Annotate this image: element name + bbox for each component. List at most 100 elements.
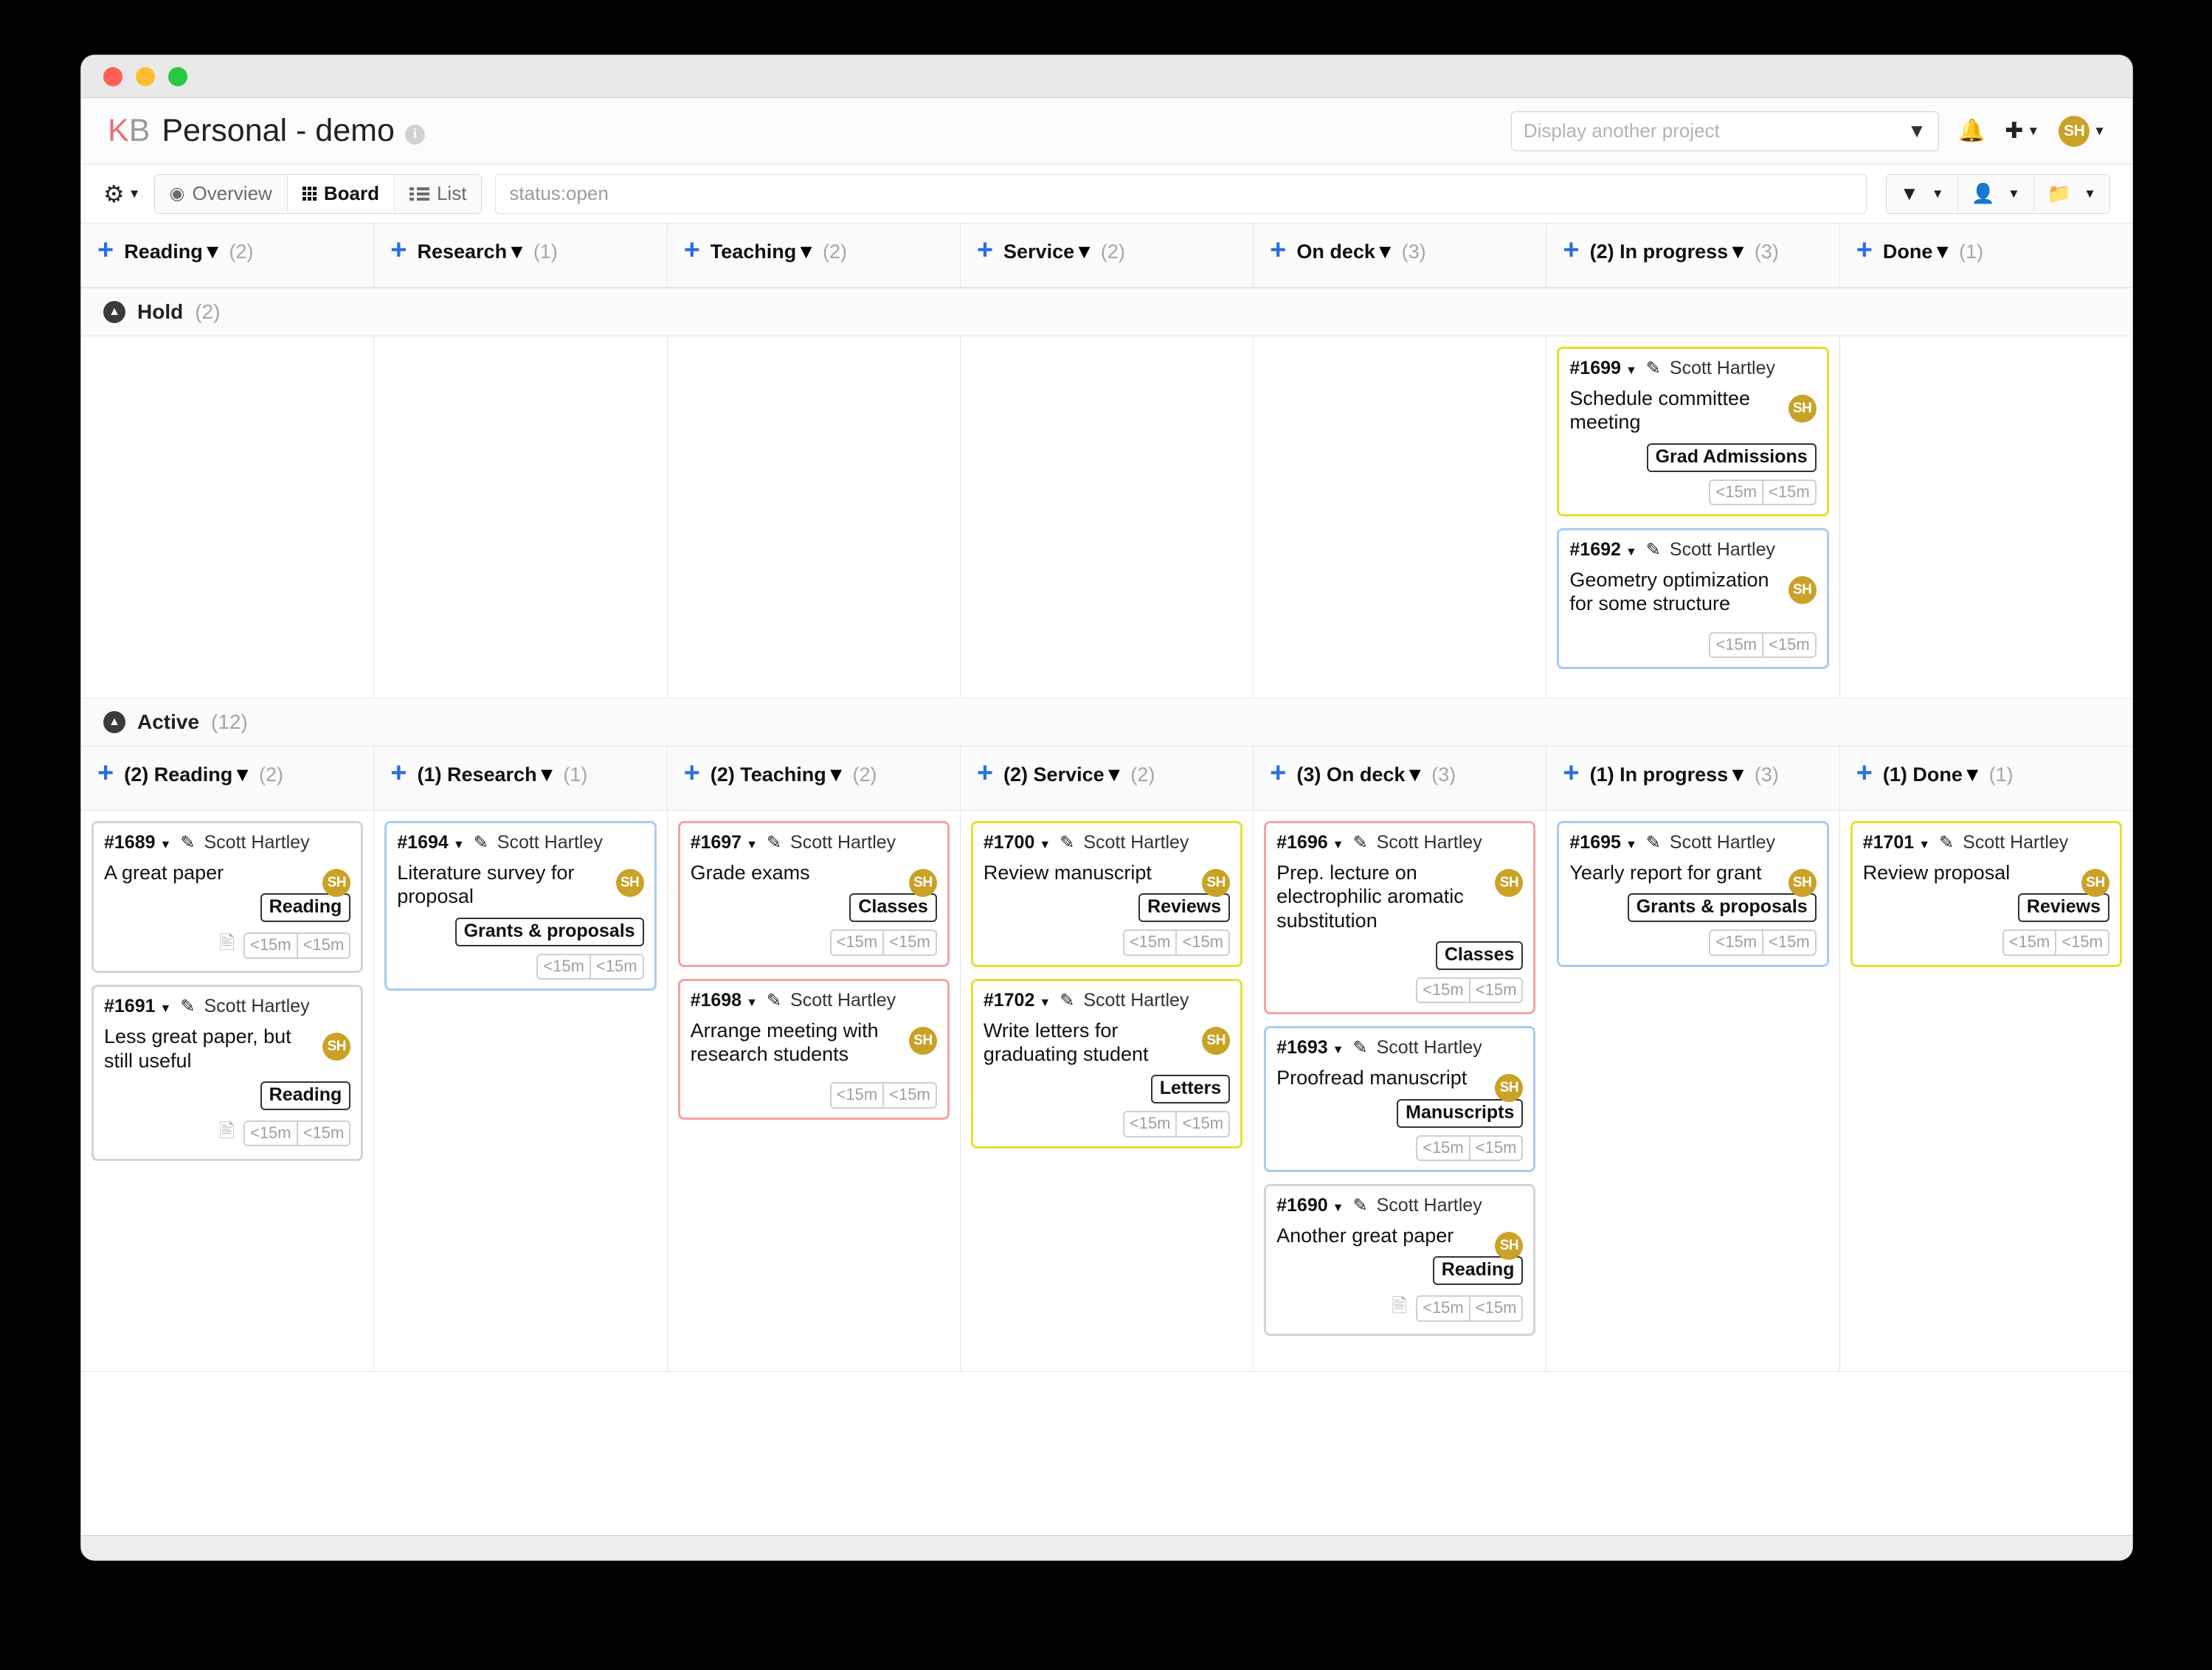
- task-card[interactable]: #1694 ▼ ✎ Scott Hartley Literature survey…: [384, 821, 657, 991]
- edit-icon[interactable]: ✎: [1939, 832, 1954, 853]
- minimize-window-button[interactable]: [136, 66, 155, 86]
- column-title[interactable]: On deck: [1296, 240, 1375, 263]
- add-new-button[interactable]: ✚ ▼: [2005, 118, 2039, 144]
- task-card[interactable]: #1691 ▼ ✎ Scott Hartley Less great paper,…: [91, 985, 364, 1161]
- column-title[interactable]: Service: [1003, 240, 1074, 263]
- card-id[interactable]: #1693 ▼: [1276, 1037, 1344, 1059]
- filter-button[interactable]: ▼ ▼: [1887, 174, 1958, 213]
- column-title[interactable]: Research: [417, 240, 507, 263]
- lane-column-in-progress[interactable]: #1695 ▼ ✎ Scott Hartley Yearly report for…: [1546, 811, 1840, 1371]
- maximize-window-button[interactable]: [168, 66, 187, 86]
- task-card[interactable]: #1689 ▼ ✎ Scott Hartley A great paper SH …: [91, 821, 364, 974]
- task-card[interactable]: #1701 ▼ ✎ Scott Hartley Review proposal S…: [1850, 821, 2122, 967]
- add-task-button[interactable]: +: [1270, 759, 1286, 786]
- card-id[interactable]: #1698 ▼: [691, 990, 758, 1011]
- edit-icon[interactable]: ✎: [1353, 832, 1368, 853]
- task-card[interactable]: #1692 ▼ ✎ Scott Hartley Geometry optimiza…: [1557, 528, 1829, 670]
- add-task-button[interactable]: +: [1563, 236, 1579, 263]
- task-card[interactable]: #1693 ▼ ✎ Scott Hartley Proofread manuscr…: [1264, 1026, 1536, 1173]
- assignee-filter-button[interactable]: 👤 ▼: [1957, 174, 2034, 213]
- add-task-button[interactable]: +: [1856, 759, 1873, 786]
- card-id[interactable]: #1692 ▼: [1569, 539, 1636, 561]
- edit-icon[interactable]: ✎: [1353, 1195, 1368, 1216]
- bell-icon[interactable]: 🔔: [1958, 118, 1985, 144]
- lane-column-on-deck[interactable]: [1254, 336, 1547, 698]
- app-logo[interactable]: KB Personal - demo i: [108, 113, 425, 149]
- task-card[interactable]: #1702 ▼ ✎ Scott Hartley Write letters for…: [970, 978, 1243, 1148]
- lane-column-done[interactable]: #1701 ▼ ✎ Scott Hartley Review proposal S…: [1840, 811, 2132, 1371]
- task-card[interactable]: #1697 ▼ ✎ Scott Hartley Grade exams SH Cl…: [677, 821, 950, 967]
- column-title[interactable]: Teaching: [711, 240, 797, 263]
- edit-icon[interactable]: ✎: [180, 996, 195, 1017]
- swimlane-header-hold[interactable]: ▲ Hold (2): [81, 288, 2132, 336]
- card-id[interactable]: #1690 ▼: [1276, 1195, 1344, 1216]
- column-title[interactable]: (1) In progress: [1590, 763, 1729, 786]
- task-card[interactable]: #1695 ▼ ✎ Scott Hartley Yearly report for…: [1557, 821, 1829, 967]
- add-task-button[interactable]: +: [1856, 236, 1873, 263]
- tab-overview[interactable]: ◉ Overview: [154, 174, 288, 213]
- edit-icon[interactable]: ✎: [1646, 539, 1661, 561]
- task-card[interactable]: #1698 ▼ ✎ Scott Hartley Arrange meeting w…: [677, 978, 950, 1120]
- edit-icon[interactable]: ✎: [1060, 990, 1074, 1011]
- edit-icon[interactable]: ✎: [180, 832, 195, 853]
- edit-icon[interactable]: ✎: [1353, 1037, 1368, 1059]
- edit-icon[interactable]: ✎: [1060, 832, 1074, 853]
- add-task-button[interactable]: +: [97, 236, 114, 263]
- edit-icon[interactable]: ✎: [1646, 832, 1661, 853]
- lane-column-service[interactable]: [961, 336, 1254, 698]
- card-id[interactable]: #1699 ▼: [1569, 358, 1636, 379]
- lane-column-service[interactable]: #1700 ▼ ✎ Scott Hartley Review manuscript…: [961, 811, 1254, 1371]
- project-switcher-select[interactable]: Display another project ▼: [1510, 111, 1939, 151]
- lane-column-on-deck[interactable]: #1696 ▼ ✎ Scott Hartley Prep. lecture on …: [1254, 811, 1547, 1371]
- add-task-button[interactable]: +: [97, 759, 114, 786]
- info-icon[interactable]: i: [404, 124, 425, 145]
- tab-list[interactable]: List: [394, 174, 482, 213]
- card-id[interactable]: #1702 ▼: [984, 990, 1051, 1011]
- card-id[interactable]: #1701 ▼: [1863, 832, 1930, 853]
- column-title[interactable]: (2) Teaching: [711, 763, 826, 786]
- edit-icon[interactable]: ✎: [474, 832, 488, 853]
- add-task-button[interactable]: +: [684, 236, 700, 263]
- card-id[interactable]: #1700 ▼: [984, 832, 1051, 853]
- column-title[interactable]: Reading: [124, 240, 203, 263]
- column-title[interactable]: Done: [1883, 240, 1933, 263]
- column-title[interactable]: (2) Service: [1003, 763, 1105, 786]
- lane-column-research[interactable]: #1694 ▼ ✎ Scott Hartley Literature survey…: [374, 811, 668, 1371]
- lane-column-done[interactable]: [1840, 336, 2132, 698]
- settings-gear-button[interactable]: ⚙ ▼: [103, 180, 141, 208]
- card-id[interactable]: #1689 ▼: [104, 832, 171, 853]
- column-title[interactable]: (3) On deck: [1296, 763, 1405, 786]
- lane-column-teaching[interactable]: [668, 336, 961, 698]
- add-task-button[interactable]: +: [684, 759, 700, 786]
- card-id[interactable]: #1691 ▼: [104, 996, 171, 1017]
- task-card[interactable]: #1699 ▼ ✎ Scott Hartley Schedule committe…: [1557, 347, 1829, 517]
- column-title[interactable]: (1) Research: [417, 763, 536, 786]
- add-task-button[interactable]: +: [1563, 759, 1579, 786]
- edit-icon[interactable]: ✎: [767, 832, 781, 853]
- add-task-button[interactable]: +: [390, 236, 407, 263]
- tab-board[interactable]: Board: [287, 174, 395, 213]
- category-filter-button[interactable]: 📁 ▼: [2033, 174, 2109, 213]
- close-window-button[interactable]: [103, 66, 122, 86]
- lane-column-teaching[interactable]: #1697 ▼ ✎ Scott Hartley Grade exams SH Cl…: [668, 811, 961, 1371]
- card-id[interactable]: #1696 ▼: [1276, 832, 1344, 853]
- add-task-button[interactable]: +: [390, 759, 407, 786]
- add-task-button[interactable]: +: [1270, 236, 1286, 263]
- column-title[interactable]: (1) Done: [1883, 763, 1963, 786]
- column-title[interactable]: (2) Reading: [124, 763, 232, 786]
- edit-icon[interactable]: ✎: [1646, 358, 1661, 379]
- search-input[interactable]: status:open: [495, 173, 1867, 214]
- edit-icon[interactable]: ✎: [767, 990, 781, 1011]
- swimlane-header-active[interactable]: ▲ Active (12): [81, 698, 2132, 746]
- lane-column-reading[interactable]: #1689 ▼ ✎ Scott Hartley A great paper SH …: [81, 811, 375, 1371]
- collapse-icon[interactable]: ▲: [103, 301, 125, 323]
- add-task-button[interactable]: +: [977, 759, 993, 786]
- card-id[interactable]: #1697 ▼: [691, 832, 758, 853]
- card-id[interactable]: #1694 ▼: [397, 832, 464, 853]
- add-task-button[interactable]: +: [977, 236, 993, 263]
- column-title[interactable]: (2) In progress: [1590, 240, 1729, 263]
- card-id[interactable]: #1695 ▼: [1569, 832, 1636, 853]
- user-menu-button[interactable]: SH ▼: [2059, 115, 2106, 147]
- task-card[interactable]: #1696 ▼ ✎ Scott Hartley Prep. lecture on …: [1264, 821, 1536, 1015]
- collapse-icon[interactable]: ▲: [103, 711, 125, 733]
